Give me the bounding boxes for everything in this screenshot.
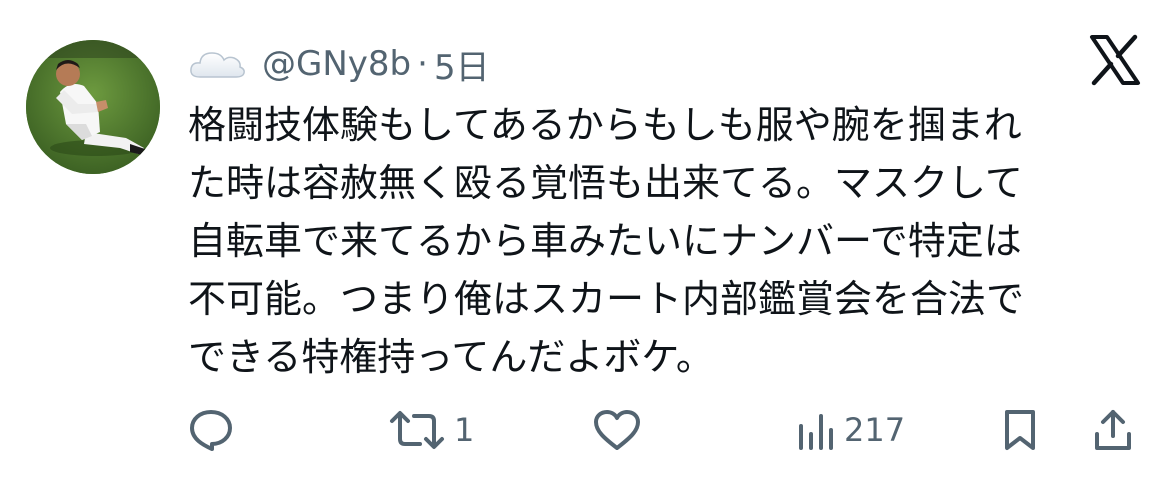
reply-button[interactable] [188, 400, 234, 460]
views-count: 217 [844, 411, 906, 449]
bookmark-button[interactable] [1000, 400, 1040, 460]
share-upload-icon [1092, 408, 1134, 452]
like-button[interactable] [592, 400, 642, 460]
x-logo-icon [1088, 34, 1142, 86]
tweet-text: 格闘技体験もしてあるからもしも服や腕を掴まれ た時は容赦無く殴る覚悟も出来てる。… [188, 96, 1128, 386]
bar-chart-icon [796, 408, 836, 452]
separator-dot: · [417, 44, 428, 84]
bookmark-icon [1000, 408, 1040, 452]
retweet-count: 1 [454, 411, 475, 449]
timestamp[interactable]: 5日 [434, 40, 490, 89]
share-button[interactable] [1092, 400, 1134, 460]
heart-icon [592, 408, 642, 452]
retweet-icon [388, 409, 446, 451]
avatar[interactable] [26, 40, 160, 174]
avatar-photo [26, 40, 160, 174]
tweet-header: @GNy8b · 5日 [188, 36, 490, 92]
retweet-button[interactable]: 1 [388, 400, 474, 460]
tweet-text-line: 不可能。つまり俺はスカート内部鑑賞会を合法で [188, 277, 1025, 321]
tweet-card[interactable]: @GNy8b · 5日 格闘技体験もしてあるからもしも服や腕を掴まれ た時は容赦… [0, 0, 1170, 484]
cloud-icon [188, 47, 246, 81]
author-handle[interactable]: @GNy8b [262, 44, 411, 84]
tweet-text-line: 格闘技体験もしてあるからもしも服や腕を掴まれ [188, 103, 1022, 147]
views-button[interactable]: 217 [796, 400, 905, 460]
tweet-text-line: た時は容赦無く殴る覚悟も出来てる。マスクして [188, 161, 1023, 205]
tweet-text-line: 自転車で来てるから車みたいにナンバーで特定は [188, 219, 1022, 263]
tweet-text-line: できる特権持ってんだよボケ。 [188, 335, 714, 379]
action-bar: 1 217 [188, 400, 1138, 460]
comment-bubble-icon [188, 408, 234, 452]
